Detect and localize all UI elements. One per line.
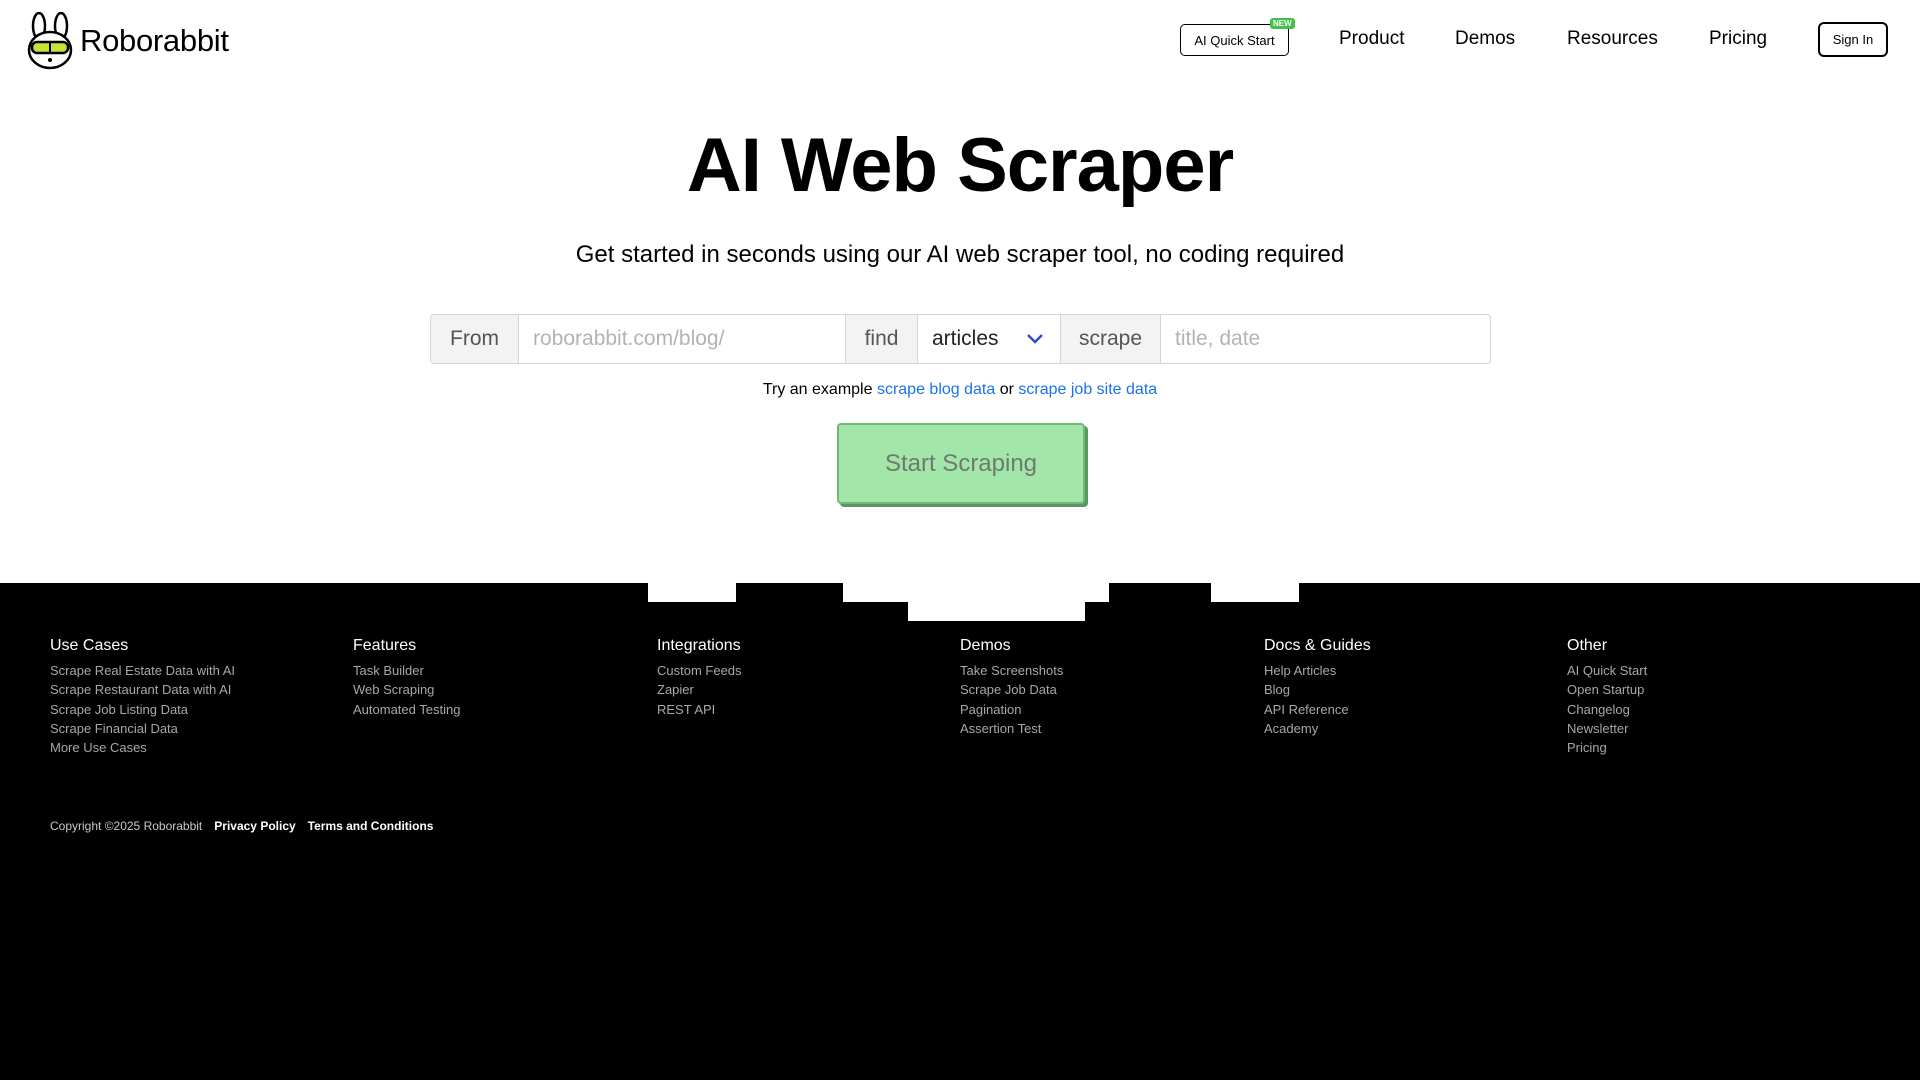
footer-link[interactable]: REST API — [657, 700, 742, 719]
footer-link[interactable]: Assertion Test — [960, 719, 1063, 738]
footer-link[interactable]: Academy — [1264, 719, 1371, 738]
content-type-select[interactable]: articles — [918, 315, 1060, 363]
footer-column-features: Features Task Builder Web Scraping Autom… — [353, 637, 460, 719]
content-type-value: articles — [932, 327, 999, 350]
footer-notch — [843, 583, 909, 602]
footer-column-title: Docs & Guides — [1264, 637, 1371, 654]
site-header: Roborabbit AI Quick Start NEW Product De… — [0, 0, 1920, 80]
example-or: or — [999, 381, 1014, 398]
page-title: AI Web Scraper — [686, 123, 1234, 208]
top-nav: AI Quick Start NEW Product Demos Resourc… — [0, 0, 1920, 80]
copyright-bar: Copyright ©2025 Roborabbit Privacy Polic… — [50, 819, 433, 833]
footer-link[interactable]: Zapier — [657, 680, 742, 699]
footer-notch — [1211, 583, 1299, 602]
footer-link[interactable]: Web Scraping — [353, 680, 460, 699]
example-prefix: Try an example — [762, 381, 873, 398]
footer-link[interactable]: Task Builder — [353, 661, 460, 680]
find-label: find — [845, 315, 918, 363]
scrape-form: From roborabbit.com/blog/ find articles … — [430, 314, 1491, 364]
footer-column-docs: Docs & Guides Help Articles Blog API Ref… — [1264, 637, 1371, 738]
footer-column-title: Use Cases — [50, 637, 129, 654]
from-label: From — [431, 315, 519, 363]
footer-link[interactable]: More Use Cases — [50, 738, 235, 757]
site-footer: Use Cases Scrape Real Estate Data with A… — [0, 583, 1920, 1080]
nav-demos[interactable]: Demos — [1455, 28, 1515, 50]
terms-link[interactable]: Terms and Conditions — [308, 819, 434, 833]
footer-link[interactable]: Custom Feeds — [657, 661, 742, 680]
footer-link[interactable]: Take Screenshots — [960, 661, 1063, 680]
fields-input[interactable]: title, date — [1161, 315, 1490, 363]
footer-link[interactable]: Open Startup — [1567, 680, 1647, 699]
footer-column-demos: Demos Take Screenshots Scrape Job Data P… — [960, 637, 1063, 738]
footer-link[interactable]: Automated Testing — [353, 700, 460, 719]
chevron-down-icon — [1027, 334, 1043, 344]
footer-link[interactable]: Scrape Real Estate Data with AI — [50, 661, 235, 680]
footer-link[interactable]: Scrape Financial Data — [50, 719, 235, 738]
hero-subtitle: Get started in seconds using our AI web … — [575, 241, 1345, 268]
privacy-policy-link[interactable]: Privacy Policy — [214, 819, 295, 833]
footer-link[interactable]: Pagination — [960, 700, 1063, 719]
footer-column-title: Integrations — [657, 637, 741, 654]
example-job-link[interactable]: scrape job site data — [1018, 381, 1157, 398]
footer-column-title: Features — [353, 637, 417, 654]
footer-link[interactable]: API Reference — [1264, 700, 1371, 719]
nav-pricing[interactable]: Pricing — [1709, 28, 1767, 50]
nav-product[interactable]: Product — [1339, 28, 1404, 50]
url-input[interactable]: roborabbit.com/blog/ — [519, 315, 845, 363]
footer-link[interactable]: AI Quick Start — [1567, 661, 1647, 680]
footer-link[interactable]: Pricing — [1567, 738, 1647, 757]
footer-notch — [1084, 583, 1109, 602]
new-badge: NEW — [1270, 18, 1295, 29]
scrape-label: scrape — [1060, 315, 1161, 363]
footer-notch — [648, 583, 736, 602]
footer-link[interactable]: Scrape Restaurant Data with AI — [50, 680, 235, 699]
footer-link[interactable]: Scrape Job Data — [960, 680, 1063, 699]
footer-column-use-cases: Use Cases Scrape Real Estate Data with A… — [50, 637, 235, 757]
footer-link[interactable]: Newsletter — [1567, 719, 1647, 738]
footer-link[interactable]: Help Articles — [1264, 661, 1371, 680]
footer-link[interactable]: Blog — [1264, 680, 1371, 699]
page: Roborabbit AI Quick Start NEW Product De… — [0, 0, 1920, 1080]
example-blog-link[interactable]: scrape blog data — [877, 381, 995, 398]
nav-resources[interactable]: Resources — [1567, 28, 1658, 50]
footer-column-integrations: Integrations Custom Feeds Zapier REST AP… — [657, 637, 742, 719]
footer-link[interactable]: Changelog — [1567, 700, 1647, 719]
footer-column-title: Demos — [960, 637, 1011, 654]
start-scraping-button[interactable]: Start Scraping — [837, 423, 1085, 504]
footer-link[interactable]: Scrape Job Listing Data — [50, 700, 235, 719]
copyright-text: Copyright ©2025 Roborabbit — [50, 819, 203, 833]
footer-column-title: Other — [1567, 637, 1608, 654]
footer-notch — [908, 583, 1085, 621]
example-line: Try an example scrape blog data or scrap… — [0, 381, 1920, 399]
footer-column-other: Other AI Quick Start Open Startup Change… — [1567, 637, 1647, 757]
sign-in-button[interactable]: Sign In — [1818, 22, 1888, 57]
